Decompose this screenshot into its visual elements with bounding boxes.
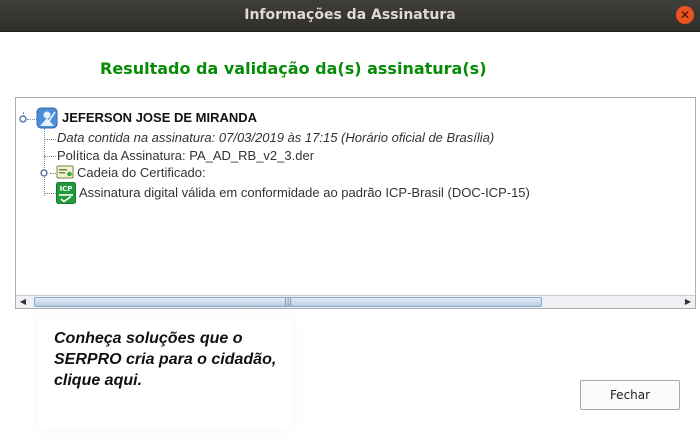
signer-name[interactable]: JEFERSON JOSE DE MIRANDA	[62, 110, 257, 125]
tree-connector	[44, 156, 56, 157]
window-title: Informações da Assinatura	[244, 7, 456, 23]
validation-result-text[interactable]: Assinatura digital válida em conformidad…	[79, 185, 530, 200]
signature-date: Data contida na assinatura: 07/03/2019 à…	[57, 130, 495, 145]
horizontal-scrollbar[interactable]: ◀ ||| ▶	[16, 295, 695, 308]
signer-icon	[36, 107, 58, 129]
close-button[interactable]: Fechar	[580, 380, 680, 410]
window-titlebar: Informações da Assinatura ✕	[0, 0, 700, 32]
promo-text[interactable]: Conheça soluções que o SERPRO cria para …	[54, 328, 284, 391]
close-window-icon[interactable]: ✕	[676, 6, 694, 24]
signature-tree-panel[interactable]: JEFERSON JOSE DE MIRANDA Data contida na…	[15, 97, 696, 309]
certificate-chain[interactable]: Cadeia do Certificado:	[77, 165, 206, 180]
serpro-promo-link[interactable]: Conheça soluções que o SERPRO cria para …	[38, 318, 292, 430]
tree-connector	[44, 139, 56, 140]
certificate-icon	[56, 165, 74, 179]
signature-policy: Política da Assinatura: PA_AD_RB_v2_3.de…	[57, 148, 315, 163]
validation-result-heading: Resultado da validação da(s) assinatura(…	[100, 59, 487, 78]
scroll-right-icon[interactable]: ▶	[682, 296, 694, 308]
chain-expand-toggle-icon[interactable]	[40, 169, 48, 177]
svg-text:ICP: ICP	[60, 185, 73, 193]
scroll-left-icon[interactable]: ◀	[17, 296, 29, 308]
tree-connector	[44, 193, 56, 194]
scrollbar-grip-icon: |||	[284, 297, 293, 306]
icp-brasil-icon: ICP	[56, 182, 76, 204]
tree-expand-toggle-icon[interactable]	[19, 115, 27, 123]
